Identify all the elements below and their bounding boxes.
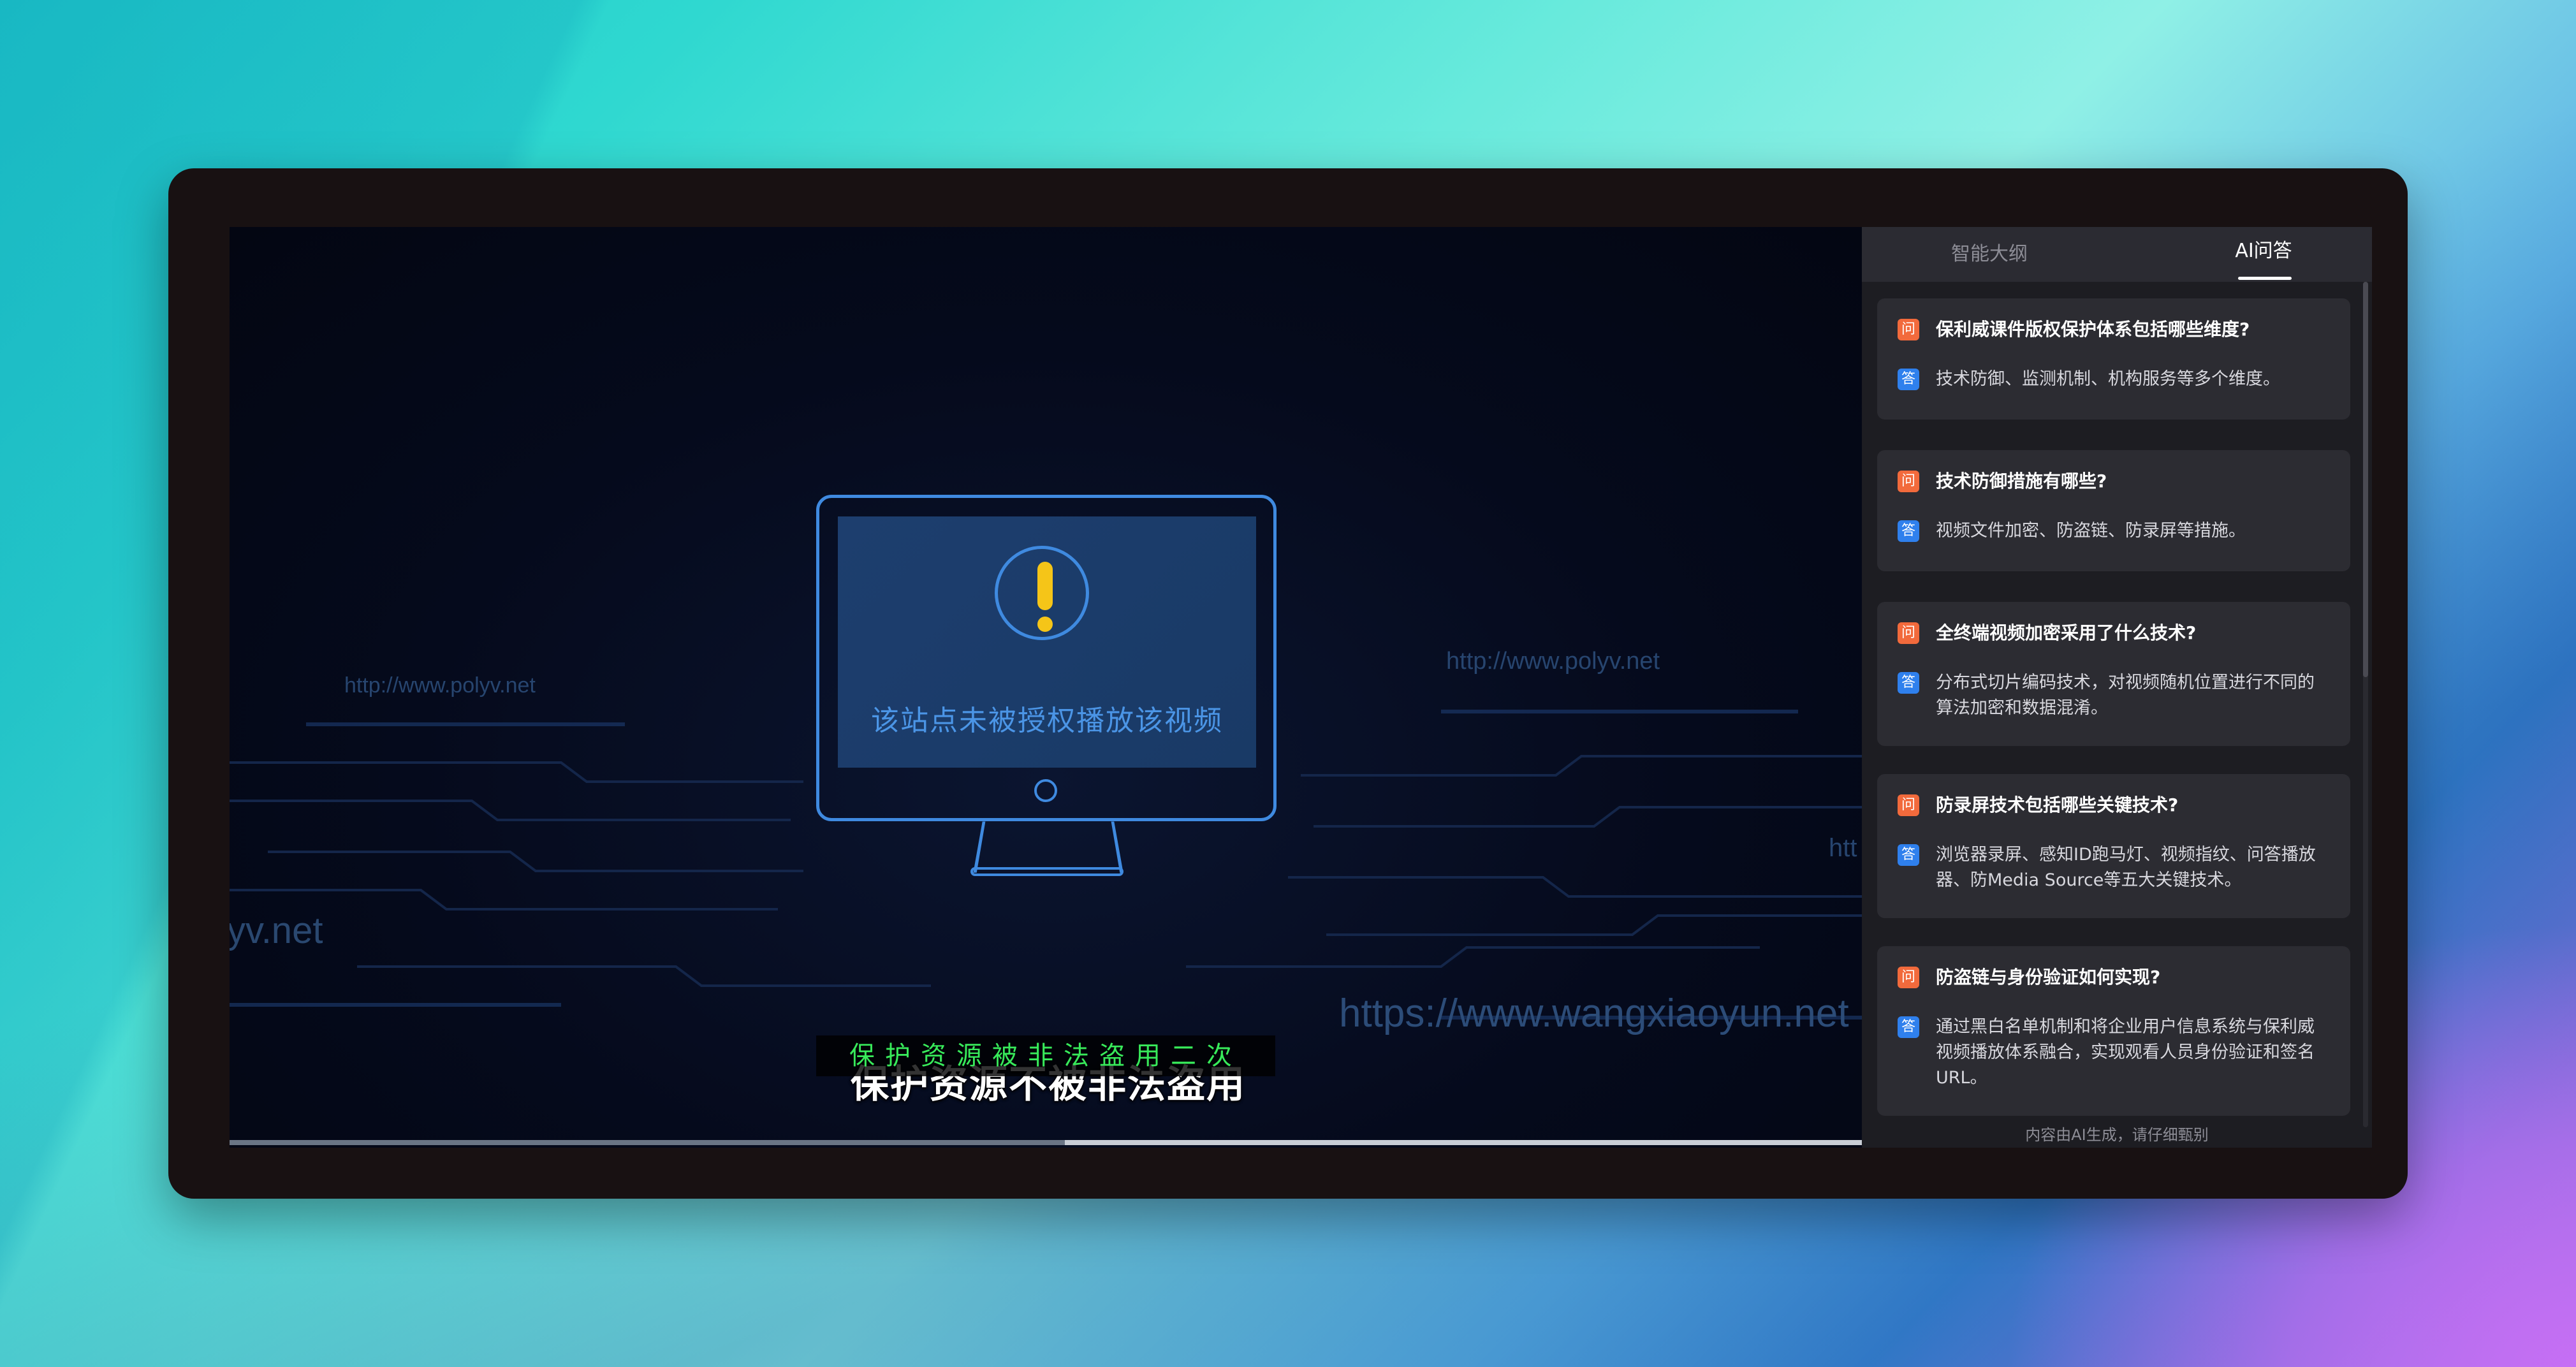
- device-frame: http://www.polyv.net http://www.polyv.ne…: [168, 168, 2408, 1199]
- monitor-illustration: 该站点未被授权播放该视频: [816, 495, 1282, 877]
- video-player[interactable]: http://www.polyv.net http://www.polyv.ne…: [230, 227, 1867, 1148]
- qa-card: 问 防录屏技术包括哪些关键技术? 答 浏览器录屏、感知ID跑马灯、视频指纹、问答…: [1877, 774, 2350, 918]
- power-button-icon: [1034, 779, 1057, 802]
- watermark: https://www.wangxiaoyun.net: [1339, 991, 1849, 1035]
- ai-disclaimer: 内容由AI生成，请仔细甄别: [2025, 1126, 2209, 1144]
- subtitle-secondary: 保护资源被非法盗用二次: [816, 1035, 1275, 1076]
- question-badge-icon: 问: [1898, 471, 1919, 492]
- qa-card: 问 全终端视频加密采用了什么技术? 答 分布式切片编码技术，对视频随机位置进行不…: [1877, 602, 2350, 746]
- unauthorized-message: 该站点未被授权播放该视频: [871, 705, 1223, 737]
- watermark: http://www.polyv.net: [344, 673, 536, 698]
- answer-badge-icon: 答: [1898, 672, 1919, 694]
- warning-bar: [1037, 562, 1053, 610]
- ai-side-panel: 智能大纲 AI问答 问 保利威课件版权保护体系包括哪些维度? 答 技术防御、监测…: [1862, 227, 2372, 1148]
- answer-text: 浏览器录屏、感知ID跑马灯、视频指纹、问答播放器、防Media Source等五…: [1936, 845, 2316, 890]
- question-text: 防盗链与身份验证如何实现?: [1936, 967, 2161, 988]
- question-text: 防录屏技术包括哪些关键技术?: [1936, 794, 2179, 815]
- answer-badge-icon: 答: [1898, 520, 1919, 542]
- answer-badge-icon: 答: [1898, 369, 1919, 390]
- question-badge-icon: 问: [1898, 967, 1919, 988]
- panel-scrollbar[interactable]: [2363, 282, 2368, 1127]
- qa-card: 问 技术防御措施有哪些? 答 视频文件加密、防盗链、防录屏等措施。: [1877, 450, 2350, 571]
- monitor-stand-base: [970, 867, 1123, 876]
- monitor-stand: [973, 821, 1123, 873]
- panel-tabs: 智能大纲 AI问答: [1862, 227, 2372, 282]
- question-badge-icon: 问: [1898, 319, 1919, 340]
- answer-text: 视频文件加密、防盗链、防录屏等措施。: [1936, 521, 2246, 541]
- tab-ai-qa[interactable]: AI问答: [2181, 227, 2346, 282]
- tab-smart-outline[interactable]: 智能大纲: [1900, 227, 2079, 282]
- qa-card: 问 防盗链与身份验证如何实现? 答 通过黑白名单机制和将企业用户信息系统与保利威…: [1877, 946, 2350, 1116]
- qa-card: 问 保利威课件版权保护体系包括哪些维度? 答 技术防御、监测机制、机构服务等多个…: [1877, 298, 2350, 420]
- active-tab-indicator: [2238, 277, 2292, 280]
- question-text: 技术防御措施有哪些?: [1936, 471, 2107, 492]
- watermark: htt: [1829, 834, 1857, 862]
- watermark: http://www.polyv.net: [1446, 648, 1660, 675]
- answer-text: 通过黑白名单机制和将企业用户信息系统与保利威视频播放体系融合，实现观看人员身份验…: [1936, 1017, 2315, 1088]
- answer-badge-icon: 答: [1898, 1016, 1919, 1038]
- progress-played: [230, 1140, 1065, 1145]
- progress-bar[interactable]: [230, 1140, 1867, 1145]
- answer-text: 技术防御、监测机制、机构服务等多个维度。: [1936, 369, 2280, 389]
- warning-dot: [1037, 617, 1053, 632]
- question-badge-icon: 问: [1898, 794, 1919, 816]
- answer-badge-icon: 答: [1898, 844, 1919, 866]
- warning-icon: [995, 546, 1089, 640]
- question-badge-icon: 问: [1898, 622, 1919, 644]
- question-text: 全终端视频加密采用了什么技术?: [1936, 622, 2197, 643]
- scrollbar-thumb[interactable]: [2363, 282, 2368, 677]
- question-text: 保利威课件版权保护体系包括哪些维度?: [1936, 319, 2250, 340]
- watermark: yv.net: [230, 910, 323, 951]
- answer-text: 分布式切片编码技术，对视频随机位置进行不同的算法加密和数据混淆。: [1936, 673, 2315, 718]
- progress-buffered: [1065, 1140, 1867, 1145]
